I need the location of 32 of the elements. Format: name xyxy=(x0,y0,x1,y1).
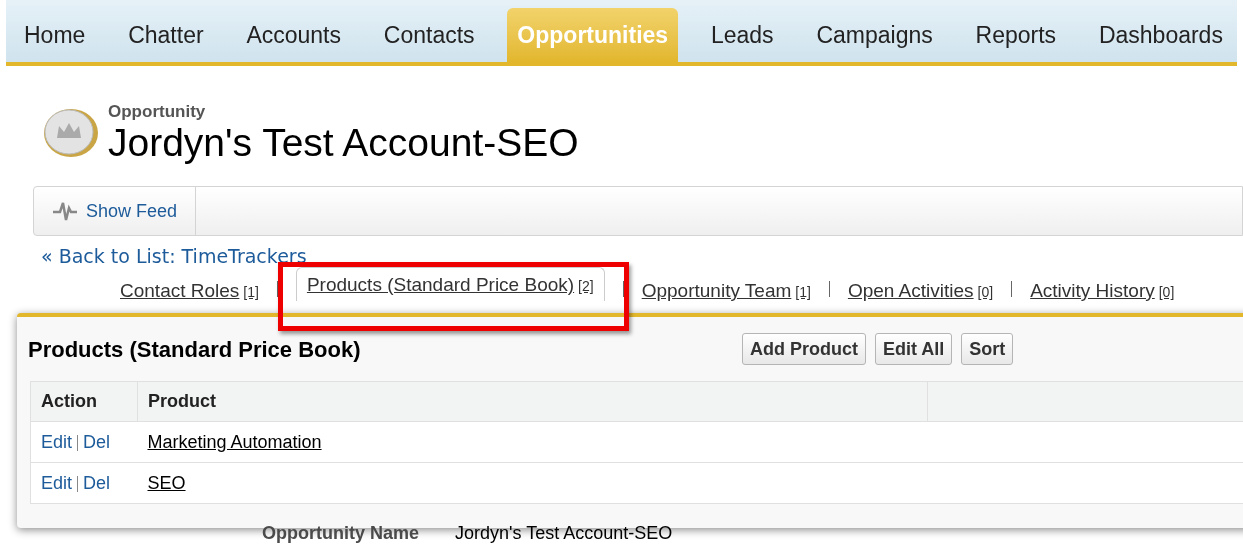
related-list-link[interactable]: Open Activities [0] xyxy=(847,277,994,301)
back-to-list-link[interactable]: « Back to List: TimeTrackers xyxy=(41,245,1243,267)
panel-button[interactable]: Add Product xyxy=(742,333,866,365)
object-type-label: Opportunity xyxy=(108,102,207,122)
action-link[interactable]: Edit xyxy=(41,431,73,452)
nav-tab[interactable]: Accounts xyxy=(236,8,351,62)
panel-button[interactable]: Sort xyxy=(961,333,1014,365)
nav-tab[interactable]: Home xyxy=(14,8,96,62)
nav-tab[interactable]: Contacts xyxy=(373,8,485,62)
related-list-link[interactable]: Products (Standard Price Book) [2] xyxy=(295,267,605,301)
column-header: Action xyxy=(30,381,138,422)
field-value: Jordyn's Test Account-SEO xyxy=(455,522,673,544)
panel-button[interactable]: Edit All xyxy=(875,333,953,365)
nav-tab[interactable]: Dashboards xyxy=(1088,8,1233,62)
coin-icon xyxy=(42,106,100,160)
related-list-link[interactable]: Contact Roles [1] xyxy=(120,277,259,301)
show-feed-button[interactable]: Show Feed xyxy=(34,187,197,235)
field-label: Opportunity Name xyxy=(262,522,419,544)
action-link[interactable]: Del xyxy=(83,431,111,452)
action-link[interactable]: Del xyxy=(83,472,111,493)
related-list-link[interactable]: Opportunity Team [1] xyxy=(641,277,811,301)
record-title: Jordyn's Test Account-SEO xyxy=(108,122,579,164)
column-header: Product xyxy=(137,381,928,422)
nav-tab[interactable]: Chatter xyxy=(118,8,214,62)
nav-tab[interactable]: Reports xyxy=(965,8,1067,62)
nav-tab[interactable]: Campaigns xyxy=(806,8,943,62)
product-link[interactable]: Marketing Automation xyxy=(147,431,322,452)
nav-tab[interactable]: Leads xyxy=(700,8,784,62)
action-link[interactable]: Edit xyxy=(41,472,73,493)
panel-title: Products (Standard Price Book) xyxy=(28,335,362,364)
product-link[interactable]: SEO xyxy=(147,472,186,493)
related-list-link[interactable]: Activity History [0] xyxy=(1030,277,1175,301)
